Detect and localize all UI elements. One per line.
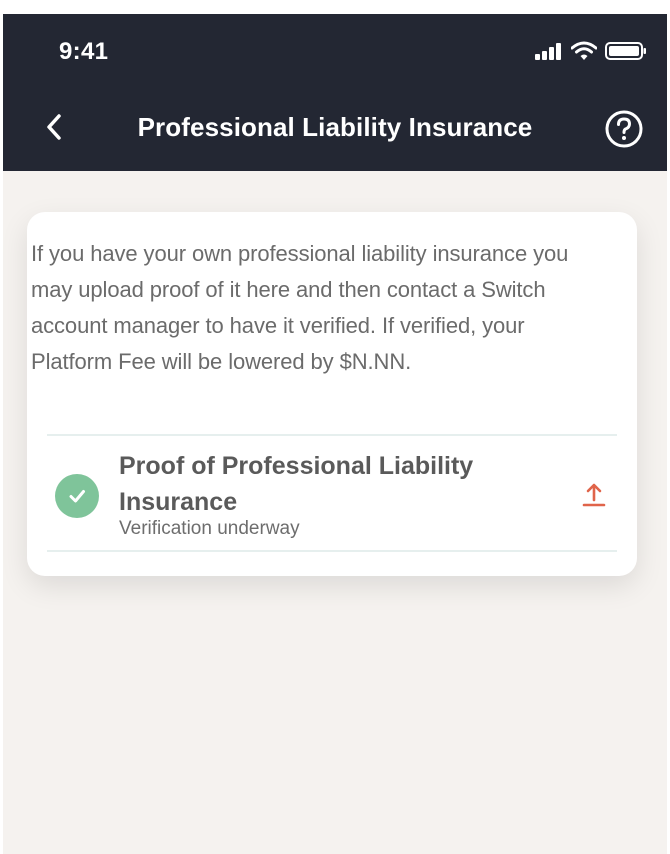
signal-icon — [535, 42, 563, 65]
header: 9:41 Professional Liability Insurance — [3, 14, 667, 171]
page-title: Professional Liability Insurance — [137, 112, 533, 142]
battery-icon — [605, 41, 647, 66]
card-description: If you have your own professional liabil… — [31, 241, 569, 374]
status-time: 9:41 — [59, 38, 109, 65]
document-title: Proof of Professional Liability Insuranc… — [119, 452, 474, 516]
status-icons — [535, 41, 647, 66]
upload-icon — [582, 483, 606, 507]
document-status: Verification underway — [119, 518, 300, 539]
document-row[interactable]: Proof of Professional Liability Insuranc… — [47, 434, 617, 552]
question-circle-icon — [605, 110, 643, 148]
check-circle-icon — [55, 474, 99, 518]
wifi-icon — [570, 41, 598, 66]
help-button[interactable] — [605, 110, 643, 148]
app-screen: 9:41 Professional Liability Insurance If… — [3, 14, 667, 854]
upload-button[interactable] — [579, 480, 609, 510]
